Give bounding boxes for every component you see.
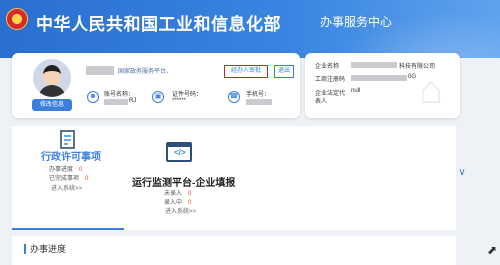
- national-emblem-icon: [6, 8, 28, 30]
- company-name-value: 科技有限公司: [399, 64, 436, 70]
- registration-code-redacted: [351, 75, 407, 81]
- phone-label: 手机号：: [246, 92, 271, 98]
- legal-rep-value: null: [351, 88, 361, 94]
- user-name-redacted: [86, 66, 114, 75]
- id-number-value: ******: [172, 98, 187, 104]
- id-number-label: 证件号码：: [172, 92, 203, 98]
- ministry-title: 中华人民共和国工业和信息化部: [36, 15, 281, 35]
- registration-code-label: 工商注册码: [315, 77, 346, 83]
- enter-system-link[interactable]: 进入系统>>: [51, 183, 82, 192]
- company-name-redacted: [351, 62, 397, 68]
- avatar: [33, 59, 71, 97]
- document-icon: [60, 130, 75, 149]
- progress-title: 办事进度: [30, 244, 67, 254]
- agent-review-button[interactable]: 经办人审批: [224, 65, 268, 78]
- progress-section: 办事进度: [12, 236, 456, 265]
- mouse-cursor-icon: ⬈: [487, 243, 498, 257]
- user-info-card: 修改信息 国家政务服务平台、 经办人审批 退出 ☻ 账号名称： RJ ▣ 证件号…: [12, 53, 300, 118]
- edit-info-link[interactable]: 修改信息: [32, 99, 72, 111]
- account-name-redacted: [104, 99, 128, 105]
- company-name-label: 企业名称: [315, 64, 340, 70]
- registration-code-value: 0G: [408, 74, 417, 80]
- logout-button[interactable]: 退出: [274, 65, 294, 78]
- avatar-face: [43, 65, 61, 85]
- phone-redacted: [246, 99, 272, 105]
- double-chevron-down-icon[interactable]: ∨: [456, 166, 468, 180]
- admin-license-title: 行政许可事项: [41, 152, 101, 163]
- enter-system-link[interactable]: 进入系统>>: [165, 206, 196, 215]
- account-name-label: 账号名称：: [104, 92, 135, 98]
- user-icon: ☻: [87, 91, 99, 103]
- company-info-card: ⌂ 企业名称 科技有限公司 工商注册码 0G 企业法定代 表人 null: [305, 53, 460, 118]
- phone-icon: ☎: [228, 91, 240, 103]
- stat-progress: 办事进度 0: [49, 164, 82, 173]
- admin-license-tile[interactable]: 行政许可事项 办事进度 0 已完成事项 0 进入系统>>: [12, 126, 124, 230]
- stat-completed: 已完成事项 0: [49, 173, 88, 182]
- stat-value: 0: [85, 176, 89, 182]
- monitoring-platform-title[interactable]: 运行监测平台-企业填报: [132, 174, 235, 189]
- id-card-icon: ▣: [152, 91, 164, 103]
- legal-rep-label-line2: 表人: [315, 99, 328, 105]
- stat-label: 已完成事项: [49, 176, 80, 182]
- service-center-title: 办事服务中心: [320, 15, 393, 29]
- avatar-body: [38, 85, 66, 97]
- top-header: 中华人民共和国工业和信息化部 办事服务中心: [0, 0, 500, 58]
- stat-not-entered: 未录入 0: [164, 188, 191, 197]
- section-accent-bar: [24, 244, 26, 254]
- services-panel: 行政许可事项 办事进度 0 已完成事项 0 进入系统>> </> 运行监测平台-企业…: [12, 126, 456, 230]
- stat-entering: 录入中 0: [164, 197, 191, 206]
- code-screen-icon: </>: [166, 142, 192, 162]
- platform-text: 国家政务服务平台、: [118, 69, 173, 75]
- account-name-value: RJ: [129, 98, 137, 104]
